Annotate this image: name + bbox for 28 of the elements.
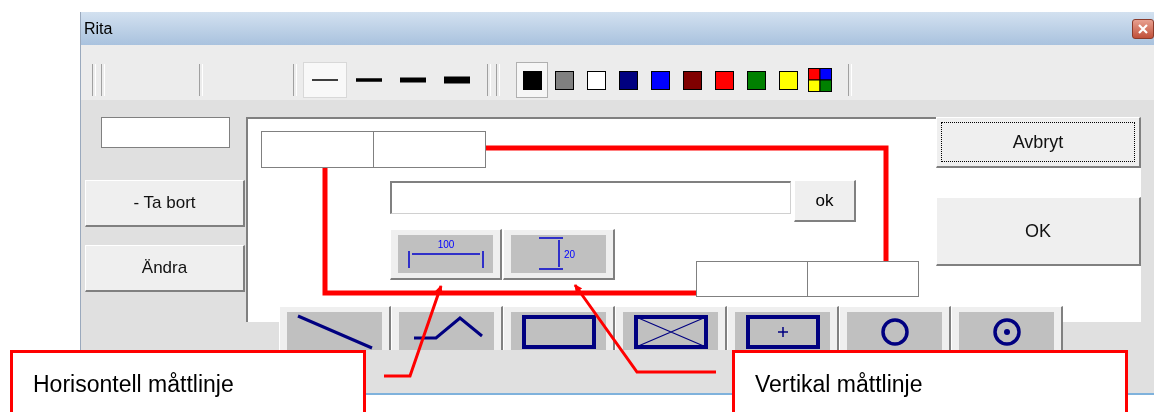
input-field[interactable] <box>390 181 791 214</box>
callout-text: Vertikal måttlinje <box>755 371 923 397</box>
window-title: Rita <box>84 19 113 38</box>
shape-button[interactable] <box>727 306 839 350</box>
close-icon <box>1138 23 1148 34</box>
line-width-button[interactable] <box>303 62 347 98</box>
side-button[interactable]: Ändra <box>85 245 245 292</box>
color-button[interactable] <box>516 62 548 98</box>
shape-button[interactable] <box>615 306 727 350</box>
shape-button[interactable] <box>503 306 615 350</box>
color-palette-icon <box>808 68 832 92</box>
dialog-button[interactable]: OK <box>936 197 1141 266</box>
side-button[interactable]: - Ta bort <box>85 180 245 227</box>
dimension-button[interactable]: 20 <box>503 229 615 280</box>
line-width-icon <box>443 76 471 84</box>
callout-text: Horisontell måttlinje <box>33 371 234 397</box>
line-width-icon <box>311 76 339 84</box>
input-field[interactable] <box>101 117 230 148</box>
shape-button[interactable] <box>951 306 1063 350</box>
line-width-icon <box>399 76 427 84</box>
line-width-icon <box>355 76 383 84</box>
close-button[interactable] <box>1132 18 1154 39</box>
dialog-button[interactable]: Avbryt <box>936 117 1141 168</box>
shape-button[interactable] <box>391 306 503 350</box>
shape-button[interactable] <box>279 306 391 350</box>
ok-button[interactable]: ok <box>794 180 856 222</box>
shape-button[interactable] <box>839 306 951 350</box>
dimension-button[interactable]: 100 <box>390 229 502 280</box>
